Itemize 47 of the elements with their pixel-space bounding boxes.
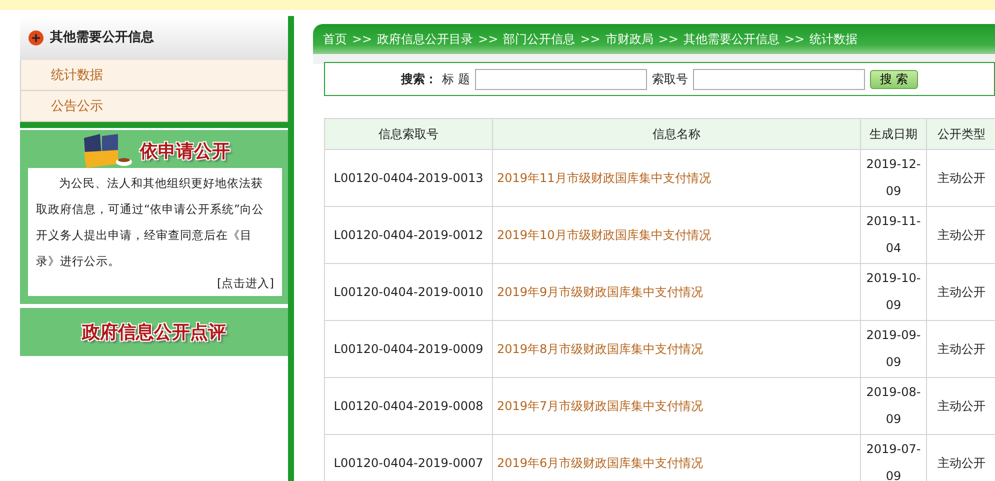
document-link[interactable]: 2019年7月市级财政国库集中支付情况 — [497, 398, 704, 412]
table-cell: 2019-08-09 — [860, 378, 926, 434]
plus-icon — [28, 30, 44, 46]
breadcrumb-link[interactable]: 市财政局 — [605, 30, 654, 48]
sidebar-item[interactable]: 统计数据 — [20, 60, 288, 91]
document-link[interactable]: 2019年11月市级财政国库集中支付情况 — [497, 170, 711, 184]
search-button[interactable]: 搜 索 — [870, 70, 918, 88]
column-header: 公开类型 — [926, 118, 995, 150]
column-header: 生成日期 — [860, 118, 926, 150]
document-link[interactable]: 2019年8月市级财政国库集中支付情况 — [497, 342, 704, 356]
column-header: 信息索取号 — [324, 118, 492, 150]
table-cell: 2019-11-04 — [860, 206, 926, 264]
table-cell: L00120-0404-2019-0007 — [324, 434, 492, 481]
search-label: 搜索： — [401, 71, 438, 88]
index-label: 索取号 — [652, 71, 688, 88]
sidebar-item[interactable]: 公告公示 — [20, 91, 288, 122]
breadcrumb-separator: >> — [658, 31, 678, 48]
breadcrumb-separator: >> — [784, 31, 805, 48]
enter-link[interactable]: [点击进入] — [36, 274, 274, 292]
review-title: 政府信息公开点评 — [82, 320, 226, 344]
document-link[interactable]: 2019年9月市级财政国库集中支付情况 — [497, 284, 704, 298]
breadcrumb-separator: >> — [352, 31, 372, 48]
breadcrumb-link[interactable]: 部门公开信息 — [503, 30, 576, 48]
table-cell: 2019-09-09 — [860, 320, 926, 378]
table-cell: L00120-0404-2019-0010 — [324, 264, 492, 320]
column-header: 信息名称 — [492, 118, 860, 150]
apply-description: 为公民、法人和其他组织更好地依法获取政府信息，可通过“依申请公开系统”向公开义务人提出申请，经审查同意后在《目录》进行公示。 — [36, 175, 265, 270]
apply-title: 依申请公开 — [140, 140, 230, 164]
sidebar-title: 其他需要公开信息 — [50, 29, 154, 48]
title-label: 标 题 — [442, 71, 470, 88]
table-cell: L00120-0404-2019-0009 — [324, 320, 492, 378]
breadcrumb-link[interactable]: 首页 — [323, 30, 347, 48]
breadcrumb-link[interactable]: 统计数据 — [810, 30, 858, 48]
breadcrumb-link[interactable]: 政府信息公开目录 — [377, 30, 474, 48]
table-cell: L00120-0404-2019-0008 — [324, 378, 492, 434]
document-link[interactable]: 2019年10月市级财政国库集中支付情况 — [497, 228, 711, 242]
breadcrumb-separator: >> — [478, 31, 498, 48]
table-cell: 2019-12-09 — [860, 150, 926, 206]
index-field[interactable] — [692, 68, 865, 90]
review-banner[interactable]: 政府信息公开点评 — [20, 308, 288, 356]
table-cell: 2019-10-09 — [860, 264, 926, 320]
title-field[interactable] — [474, 68, 647, 90]
table-cell: L00120-0404-2019-0013 — [324, 150, 492, 206]
breadcrumb-link[interactable]: 其他需要公开信息 — [683, 30, 780, 48]
document-link[interactable]: 2019年6月市级财政国库集中支付情况 — [497, 456, 704, 470]
breadcrumb-separator: >> — [580, 31, 600, 48]
table-cell: L00120-0404-2019-0012 — [324, 206, 492, 264]
